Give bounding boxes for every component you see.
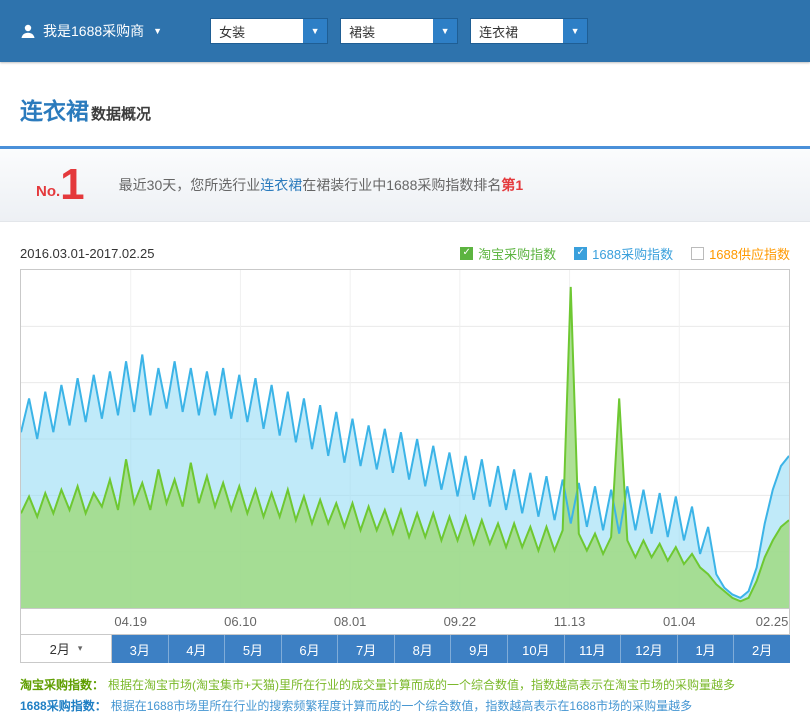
topbar: 我是1688采购商 ▼ 女装 ▼ 裙装 ▼ 连衣裙 ▼ xyxy=(0,0,810,62)
user-menu-label: 我是1688采购商 xyxy=(43,21,144,41)
category-select-level2[interactable]: 裙装 ▼ xyxy=(340,18,458,44)
rank-label: 第1 xyxy=(501,177,523,193)
rank-no-prefix: No. xyxy=(36,183,60,200)
x-tick-label: 11.13 xyxy=(554,614,586,629)
rank-description: 最近30天，您所选行业连衣裙在裙装行业中1688采购指数排名第1 xyxy=(119,175,524,195)
date-range-label: 2016.03.01-2017.02.25 xyxy=(20,246,154,261)
page-title-suffix: 数据概况 xyxy=(91,103,151,124)
rank-banner: No. 1 最近30天，您所选行业连衣裙在裙装行业中1688采购指数排名第1 xyxy=(0,146,810,222)
footnote-label: 淘宝采购指数： xyxy=(20,678,104,692)
x-tick-label: 08.01 xyxy=(334,614,367,629)
footnote-text: 根据在淘宝市场(淘宝集市+天猫)里所在行业的成交量计算而成的一个综合数值，指数越… xyxy=(108,678,735,692)
chart-section: 2016.03.01-2017.02.25 ✓ 淘宝采购指数 ✓ 1688采购指数 16… xyxy=(0,242,810,717)
chart-legend: ✓ 淘宝采购指数 ✓ 1688采购指数 1688供应指数 xyxy=(460,244,790,263)
month-tab-6月[interactable]: 6月 xyxy=(282,635,339,663)
x-tick-label: 02.25 xyxy=(756,614,789,629)
checkbox-checked-icon[interactable]: ✓ xyxy=(574,247,587,260)
legend-label: 1688采购指数 xyxy=(592,244,673,263)
month-tab-1月[interactable]: 1月 xyxy=(678,635,735,663)
month-tab-bar: 2月 ▾ 3月4月5月6月7月8月9月10月11月12月1月2月 xyxy=(20,635,790,663)
rank-keyword: 连衣裙 xyxy=(260,177,302,193)
month-tab-10月[interactable]: 10月 xyxy=(508,635,565,663)
chevron-down-icon: ▾ xyxy=(78,643,83,654)
footnote-1: 1688采购指数： 根据在1688市场里所在行业的搜索频繁程度计算而成的一个综合数… xyxy=(20,696,790,717)
month-tab-8月[interactable]: 8月 xyxy=(395,635,452,663)
category-select-level1[interactable]: 女装 ▼ xyxy=(210,18,328,44)
month-select-value: 2月 xyxy=(50,639,70,658)
select-value: 裙装 xyxy=(341,22,375,41)
filter-bar: 女装 ▼ 裙装 ▼ 连衣裙 ▼ xyxy=(210,18,588,44)
category-select-level3[interactable]: 连衣裙 ▼ xyxy=(470,18,588,44)
month-tab-11月[interactable]: 11月 xyxy=(565,635,622,663)
chevron-down-icon[interactable]: ▼ xyxy=(433,19,457,43)
chart-plot xyxy=(21,270,789,608)
month-tab-4月[interactable]: 4月 xyxy=(169,635,226,663)
checkbox-checked-icon[interactable]: ✓ xyxy=(460,247,473,260)
user-menu[interactable]: 我是1688采购商 ▼ xyxy=(20,21,162,41)
rank-text-middle: 在裙装行业中1688采购指数排名 xyxy=(302,177,501,193)
legend-label: 淘宝采购指数 xyxy=(478,244,556,263)
chart-box: 04.19 06.10 08.01 09.22 11.13 01.04 02.25 xyxy=(20,269,790,635)
legend-item-2[interactable]: 1688供应指数 xyxy=(691,244,790,263)
select-value: 连衣裙 xyxy=(471,22,518,41)
chevron-down-icon: ▼ xyxy=(153,26,162,36)
chevron-down-icon[interactable]: ▼ xyxy=(303,19,327,43)
rank-no-value: 1 xyxy=(60,163,84,207)
month-tab-7月[interactable]: 7月 xyxy=(338,635,395,663)
footnote-text: 根据在1688市场里所在行业的搜索频繁程度计算而成的一个综合数值，指数越高表示在… xyxy=(111,699,692,713)
footnote-label: 1688采购指数： xyxy=(20,699,107,713)
rank-text-before: 最近30天，您所选行业 xyxy=(119,177,261,193)
month-tab-5月[interactable]: 5月 xyxy=(225,635,282,663)
month-select-current[interactable]: 2月 ▾ xyxy=(20,635,112,663)
chevron-down-icon[interactable]: ▼ xyxy=(563,19,587,43)
checkbox-unchecked-icon[interactable] xyxy=(691,247,704,260)
legend-item-1[interactable]: ✓ 1688采购指数 xyxy=(574,244,673,263)
page-title: 连衣裙 数据概况 xyxy=(20,92,810,126)
month-tab-12月[interactable]: 12月 xyxy=(621,635,678,663)
month-tab-2月[interactable]: 2月 xyxy=(734,635,790,663)
x-tick-label: 01.04 xyxy=(663,614,696,629)
x-tick-label: 09.22 xyxy=(444,614,477,629)
footnotes: 淘宝采购指数： 根据在淘宝市场(淘宝集市+天猫)里所在行业的成交量计算而成的一个综… xyxy=(20,663,790,717)
select-value: 女装 xyxy=(211,22,245,41)
x-tick-label: 06.10 xyxy=(224,614,257,629)
user-icon xyxy=(20,23,36,39)
legend-item-0[interactable]: ✓ 淘宝采购指数 xyxy=(460,244,556,263)
month-tab-3月[interactable]: 3月 xyxy=(112,635,169,663)
x-tick-label: 04.19 xyxy=(114,614,147,629)
page-title-keyword: 连衣裙 xyxy=(20,92,89,126)
legend-label: 1688供应指数 xyxy=(709,244,790,263)
chart-header: 2016.03.01-2017.02.25 ✓ 淘宝采购指数 ✓ 1688采购指数 16… xyxy=(20,242,790,264)
footnote-0: 淘宝采购指数： 根据在淘宝市场(淘宝集市+天猫)里所在行业的成交量计算而成的一个综… xyxy=(20,675,790,696)
area-chart xyxy=(21,270,789,608)
x-axis: 04.19 06.10 08.01 09.22 11.13 01.04 02.25 xyxy=(21,608,789,634)
month-tab-9月[interactable]: 9月 xyxy=(451,635,508,663)
rank-number-badge: No. 1 xyxy=(36,163,85,207)
